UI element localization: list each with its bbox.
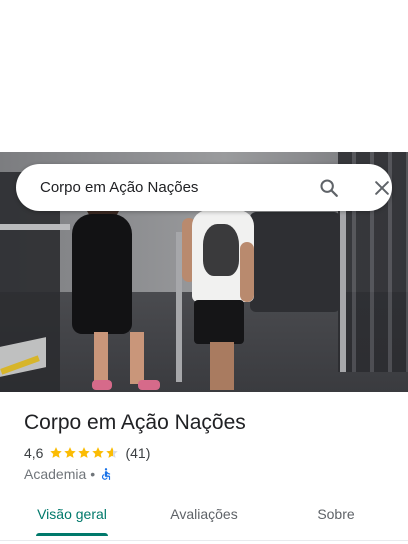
photo-shoe <box>138 380 160 390</box>
tab-overview[interactable]: Visão geral <box>20 496 124 532</box>
search-button[interactable] <box>316 175 342 201</box>
category-row: Academia • <box>24 465 113 483</box>
screen: Corpo em Ação Nações Corpo em Ação Naçõe… <box>0 0 408 544</box>
star-icon <box>92 447 105 458</box>
wheelchair-accessible-icon <box>102 468 111 480</box>
star-icon <box>64 447 77 458</box>
reviews-count[interactable]: (41) <box>125 445 150 461</box>
active-tab-indicator <box>36 533 108 536</box>
star-rating <box>49 446 119 460</box>
separator-dot: • <box>90 466 96 482</box>
rating-value: 4,6 <box>24 445 44 461</box>
star-icon <box>50 447 63 458</box>
category-label: Academia <box>24 466 87 482</box>
close-button[interactable] <box>369 175 395 201</box>
photo-person-arm <box>240 242 254 302</box>
photo-person-leg <box>130 332 144 384</box>
photo-person-leg <box>94 332 108 384</box>
photo-shirt-print <box>203 224 239 276</box>
close-icon <box>375 181 389 195</box>
photo-shoe <box>92 380 112 390</box>
divider <box>0 540 408 541</box>
place-title: Corpo em Ação Nações <box>24 411 246 434</box>
star-icon <box>78 447 91 458</box>
photo-person-body <box>72 214 132 334</box>
blank-area <box>0 0 408 152</box>
photo-person-shorts <box>194 300 244 344</box>
rating-row[interactable]: 4,6 (41) <box>24 444 150 462</box>
tab-about[interactable]: Sobre <box>284 496 388 532</box>
tab-reviews[interactable]: Avaliações <box>152 496 256 532</box>
star-icon <box>106 447 119 458</box>
search-input[interactable]: Corpo em Ação Nações <box>40 178 198 198</box>
photo-pole <box>340 192 346 372</box>
photo-person-leg <box>210 342 234 390</box>
search-icon <box>320 179 338 197</box>
photo-machine <box>250 212 340 312</box>
tab-bar: Visão geral Avaliações Sobre <box>0 496 408 536</box>
photo-barbell <box>0 224 70 230</box>
search-bar[interactable]: Corpo em Ação Nações <box>16 164 392 211</box>
